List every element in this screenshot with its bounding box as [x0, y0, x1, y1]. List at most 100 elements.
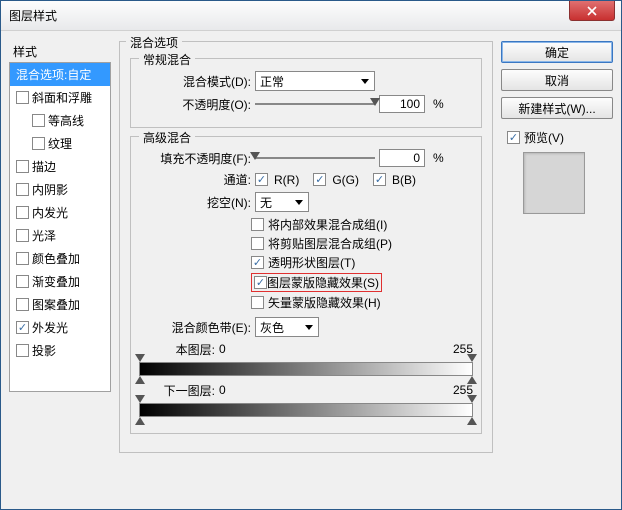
knockout-select[interactable]: 无: [255, 192, 309, 212]
sidebar-item[interactable]: 光泽: [10, 224, 110, 247]
sidebar-item[interactable]: 纹理: [10, 132, 110, 155]
sidebar-item[interactable]: 描边: [10, 155, 110, 178]
chevron-down-icon: [302, 320, 316, 334]
chevron-down-icon: [292, 195, 306, 209]
knockout-value: 无: [260, 194, 272, 211]
new-style-button[interactable]: 新建样式(W)...: [501, 97, 613, 119]
adv-check-label: 矢量蒙版隐藏效果(H): [268, 294, 381, 311]
sidebar-item-label: 图案叠加: [32, 296, 80, 313]
blend-options-group: 混合选项 常规混合 混合模式(D): 正常 不透明度: [119, 41, 493, 453]
sidebar-item-label: 外发光: [32, 319, 68, 336]
sidebar-item-label: 投影: [32, 342, 56, 359]
channel-r-label: R(R): [274, 173, 299, 187]
sidebar-item-label: 混合选项:自定: [16, 66, 91, 83]
sidebar-item-label: 等高线: [48, 112, 84, 129]
blend-mode-label: 混合模式(D):: [139, 73, 251, 90]
adv-checkbox[interactable]: [251, 237, 264, 250]
sidebar-item[interactable]: 图案叠加: [10, 293, 110, 316]
style-checkbox[interactable]: [32, 114, 45, 127]
chevron-down-icon: [358, 74, 372, 88]
sidebar-item[interactable]: 投影: [10, 339, 110, 362]
adv-checkbox[interactable]: [251, 296, 264, 309]
sidebar-item-label: 渐变叠加: [32, 273, 80, 290]
fill-slider[interactable]: [255, 150, 375, 166]
sidebar-item-label: 内阴影: [32, 181, 68, 198]
sidebar-item-label: 颜色叠加: [32, 250, 80, 267]
style-list: 混合选项:自定斜面和浮雕等高线纹理描边内阴影内发光光泽颜色叠加渐变叠加图案叠加外…: [9, 62, 111, 392]
fill-label: 填充不透明度(F):: [139, 150, 251, 167]
opacity-pct: %: [433, 97, 444, 111]
channels-label: 通道:: [139, 171, 251, 188]
fill-pct: %: [433, 151, 444, 165]
style-checkbox[interactable]: [32, 137, 45, 150]
style-sidebar: 样式 混合选项:自定斜面和浮雕等高线纹理描边内阴影内发光光泽颜色叠加渐变叠加图案…: [9, 41, 111, 461]
style-checkbox[interactable]: [16, 229, 29, 242]
right-panel: 确定 取消 新建样式(W)... 预览(V): [501, 41, 613, 461]
this-layer-gradient[interactable]: [139, 362, 473, 376]
style-checkbox[interactable]: [16, 298, 29, 311]
sidebar-item[interactable]: 斜面和浮雕: [10, 86, 110, 109]
sidebar-item-label: 描边: [32, 158, 56, 175]
opacity-value[interactable]: 100: [379, 95, 425, 113]
advanced-checks: 将内部效果混合成组(I) 将剪贴图层混合成组(P) 透明形状图层(T) 图层蒙版…: [251, 216, 473, 311]
advanced-title: 高级混合: [139, 129, 195, 146]
fill-value[interactable]: 0: [379, 149, 425, 167]
blend-if-section: 混合颜色带(E): 灰色 本图层: 0255: [139, 317, 473, 417]
adv-check-label: 将内部效果混合成组(I): [268, 216, 387, 233]
preview-label: 预览(V): [524, 129, 564, 146]
channel-g-checkbox[interactable]: [313, 173, 326, 186]
adv-check-label: 图层蒙版隐藏效果(S): [267, 274, 379, 291]
style-checkbox[interactable]: [16, 321, 29, 334]
sidebar-item-label: 内发光: [32, 204, 68, 221]
style-checkbox[interactable]: [16, 252, 29, 265]
sidebar-item[interactable]: 外发光: [10, 316, 110, 339]
group-title: 混合选项: [126, 34, 182, 51]
adv-checkbox[interactable]: [251, 256, 264, 269]
channel-g-label: G(G): [332, 173, 359, 187]
opacity-slider[interactable]: [255, 96, 375, 112]
style-checkbox[interactable]: [16, 206, 29, 219]
general-title: 常规混合: [139, 51, 195, 68]
style-checkbox[interactable]: [16, 344, 29, 357]
style-checkbox[interactable]: [16, 160, 29, 173]
sidebar-item[interactable]: 等高线: [10, 109, 110, 132]
close-icon: [587, 6, 597, 16]
channel-r-checkbox[interactable]: [255, 173, 268, 186]
adv-check-label: 透明形状图层(T): [268, 254, 355, 271]
ok-button[interactable]: 确定: [501, 41, 613, 63]
cancel-button[interactable]: 取消: [501, 69, 613, 91]
layer-style-dialog: 图层样式 样式 混合选项:自定斜面和浮雕等高线纹理描边内阴影内发光光泽颜色叠加渐…: [0, 0, 622, 510]
next-layer-label: 下一图层:: [139, 382, 215, 399]
next-layer-gradient[interactable]: [139, 403, 473, 417]
titlebar: 图层样式: [1, 1, 621, 31]
close-button[interactable]: [569, 1, 615, 21]
preview-thumbnail: [523, 152, 585, 214]
channel-b-label: B(B): [392, 173, 416, 187]
sidebar-item[interactable]: 内阴影: [10, 178, 110, 201]
channel-b-checkbox[interactable]: [373, 173, 386, 186]
sidebar-item[interactable]: 颜色叠加: [10, 247, 110, 270]
blendif-select[interactable]: 灰色: [255, 317, 319, 337]
sidebar-item[interactable]: 内发光: [10, 201, 110, 224]
style-checkbox[interactable]: [16, 275, 29, 288]
window-title: 图层样式: [9, 7, 57, 24]
this-layer-label: 本图层:: [139, 341, 215, 358]
sidebar-item-label: 纹理: [48, 135, 72, 152]
style-checkbox[interactable]: [16, 183, 29, 196]
sidebar-title: 样式: [9, 41, 111, 62]
style-checkbox[interactable]: [16, 91, 29, 104]
adv-check-label: 将剪贴图层混合成组(P): [268, 235, 392, 252]
knockout-label: 挖空(N):: [139, 194, 251, 211]
sidebar-item-label: 斜面和浮雕: [32, 89, 92, 106]
blend-mode-select[interactable]: 正常: [255, 71, 375, 91]
adv-checkbox[interactable]: [251, 218, 264, 231]
blendif-value: 灰色: [260, 319, 284, 336]
preview-checkbox[interactable]: [507, 131, 520, 144]
opacity-label: 不透明度(O):: [139, 96, 251, 113]
sidebar-item[interactable]: 混合选项:自定: [10, 63, 110, 86]
main-panel: 混合选项 常规混合 混合模式(D): 正常 不透明度: [119, 41, 493, 461]
blend-mode-value: 正常: [260, 73, 284, 90]
adv-checkbox[interactable]: [254, 276, 267, 289]
sidebar-item[interactable]: 渐变叠加: [10, 270, 110, 293]
general-blend-group: 常规混合 混合模式(D): 正常 不透明度(O):: [130, 58, 482, 128]
